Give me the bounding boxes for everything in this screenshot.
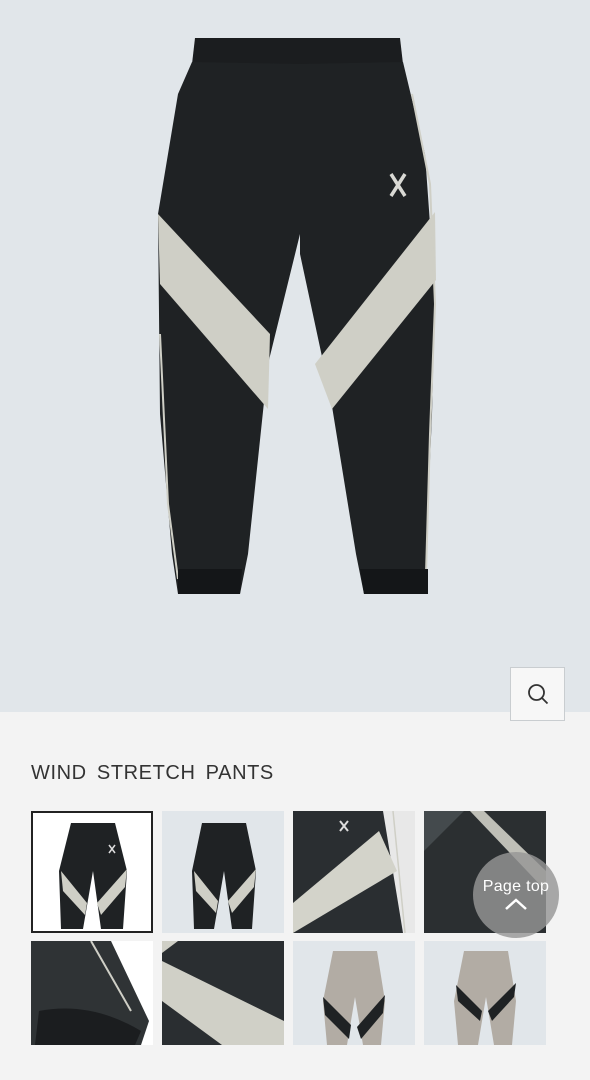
pants-image: [158, 38, 437, 594]
thumbnail-7[interactable]: [293, 941, 415, 1045]
thumbnail-gallery: [31, 811, 546, 1045]
zoom-button[interactable]: [510, 667, 565, 721]
product-main-image: [0, 0, 590, 721]
thumbnail-6[interactable]: [162, 941, 284, 1045]
thumbnail-2[interactable]: [162, 811, 284, 933]
thumbnail-5[interactable]: [31, 941, 153, 1045]
thumbnail-8[interactable]: [424, 941, 546, 1045]
page-top-button[interactable]: Page top: [473, 852, 559, 938]
chevron-up-icon: [505, 898, 527, 910]
thumbnail-3[interactable]: [293, 811, 415, 933]
page-top-label: Page top: [482, 878, 550, 895]
magnifier-icon: [527, 684, 548, 705]
thumbnail-1[interactable]: [31, 811, 153, 933]
product-title: WIND STRETCH PANTS: [31, 762, 274, 784]
